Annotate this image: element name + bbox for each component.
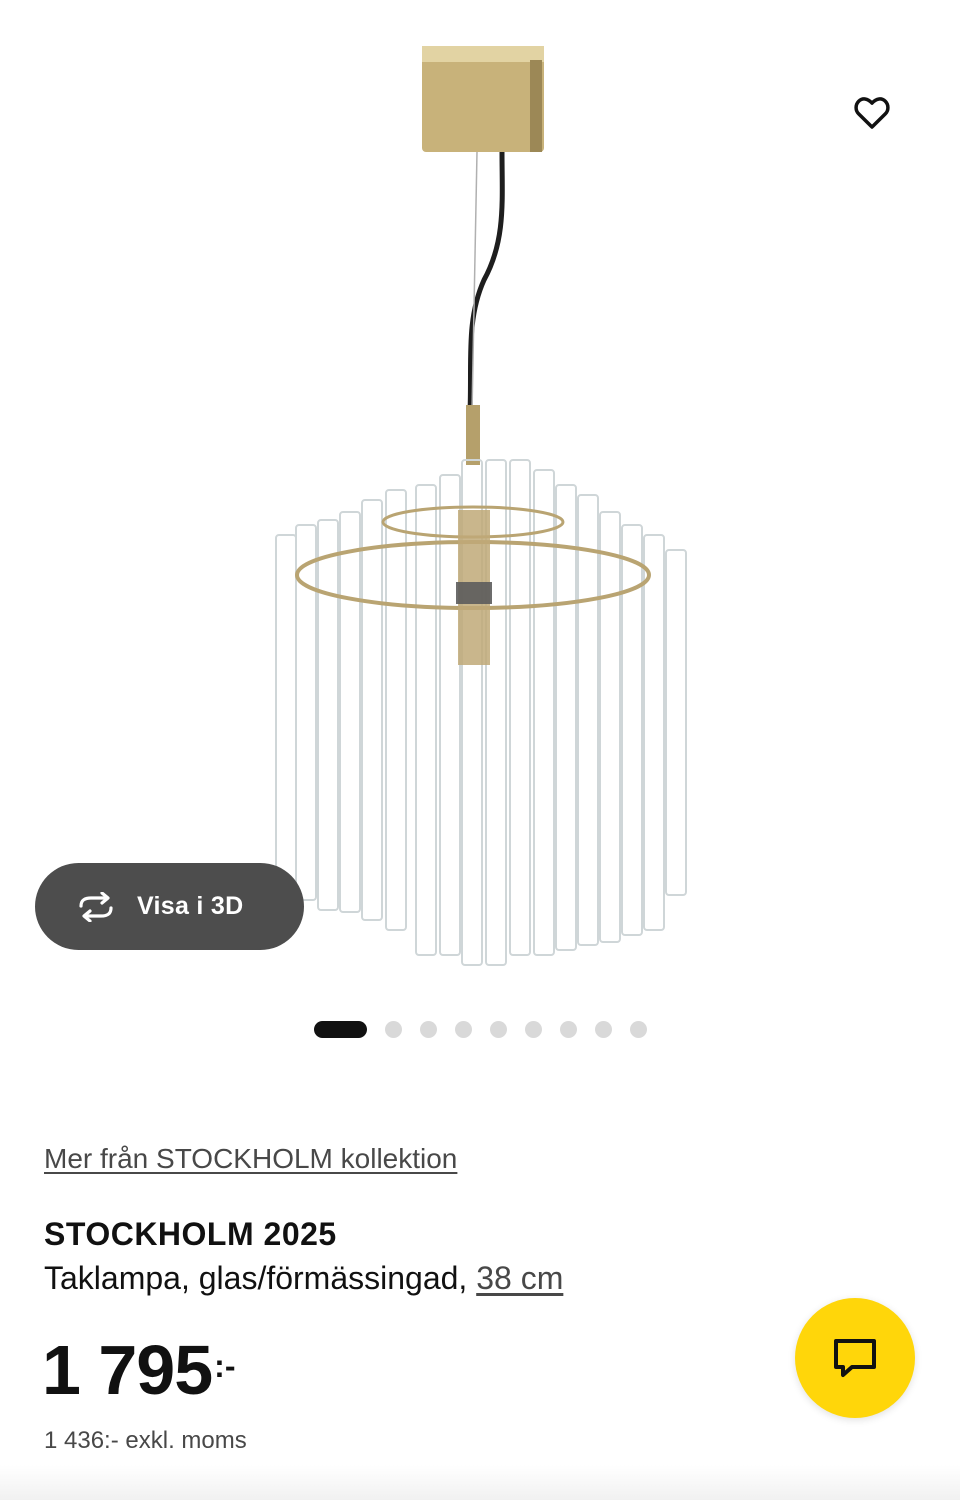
product-name: STOCKHOLM 2025: [44, 1216, 337, 1252]
glass-tube: [275, 534, 297, 896]
glass-tube: [385, 489, 407, 931]
view-in-3d-label: Visa i 3D: [137, 892, 244, 920]
carousel-dot[interactable]: [560, 1020, 577, 1038]
carousel-dot[interactable]: [595, 1020, 612, 1038]
collection-link[interactable]: Mer från STOCKHOLM kollektion: [44, 1143, 457, 1175]
carousel-dot[interactable]: [630, 1020, 647, 1038]
glass-tube: [339, 511, 361, 913]
size-link[interactable]: 38 cm: [476, 1260, 563, 1296]
carousel-dot[interactable]: [420, 1020, 437, 1038]
glass-tube: [415, 484, 437, 956]
price-integer: 1 795: [42, 1331, 213, 1409]
carousel-dot[interactable]: [490, 1020, 507, 1038]
chat-bubble-icon: [834, 1339, 876, 1377]
price-excluding-vat: 1 436:- exkl. moms: [44, 1427, 247, 1454]
glass-tube: [665, 549, 687, 896]
heart-icon: [854, 97, 890, 129]
rotate-icon: [79, 891, 113, 922]
chat-button[interactable]: [795, 1298, 915, 1418]
price-suffix: :-: [214, 1348, 236, 1384]
product-description: Taklampa, glas/förmässingad, 38 cm: [44, 1260, 563, 1297]
glass-tube: [361, 499, 383, 921]
product-description-text: Taklampa, glas/förmässingad,: [44, 1260, 477, 1296]
carousel-dot[interactable]: [525, 1020, 542, 1038]
product-image: [275, 46, 687, 966]
glass-tube: [317, 519, 339, 911]
product-gallery[interactable]: Visa i 3D: [0, 0, 960, 1060]
carousel-dot[interactable]: [455, 1020, 472, 1038]
bottom-shadow: [0, 1465, 960, 1500]
view-in-3d-button[interactable]: Visa i 3D: [35, 863, 304, 950]
carousel-dot[interactable]: [314, 1020, 367, 1038]
price: 1 795 :-: [42, 1330, 235, 1410]
glass-tube: [577, 494, 599, 946]
glass-tube: [599, 511, 621, 943]
favorite-button[interactable]: [842, 82, 902, 142]
glass-tube: [555, 484, 577, 951]
carousel-dot[interactable]: [385, 1020, 402, 1038]
glass-tube: [439, 474, 461, 956]
glass-tube: [643, 534, 665, 931]
carousel-pagination[interactable]: [314, 1019, 665, 1039]
